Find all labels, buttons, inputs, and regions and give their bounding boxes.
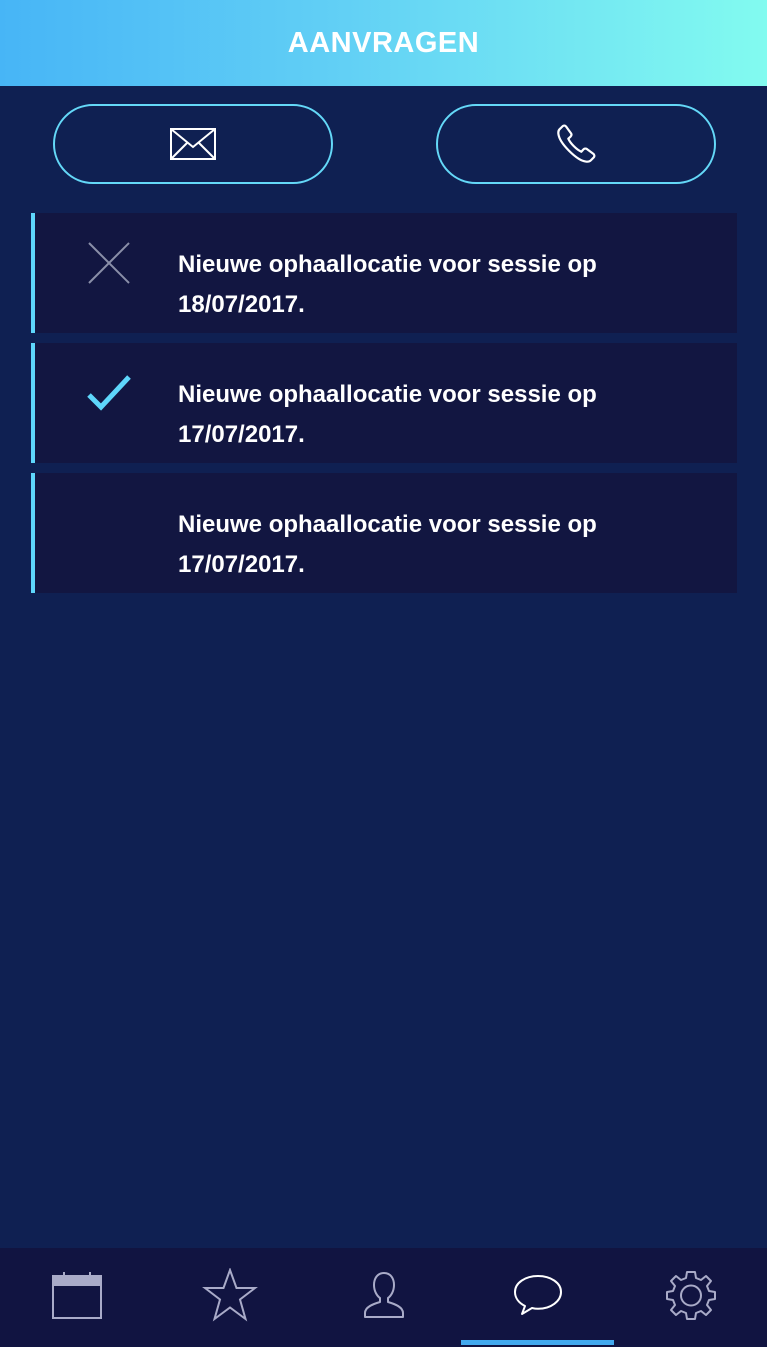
email-button[interactable]: [53, 104, 333, 184]
close-icon: [87, 241, 131, 285]
bottom-tab-bar: [0, 1248, 767, 1347]
star-icon: [201, 1267, 258, 1327]
tab-profile[interactable]: [307, 1248, 460, 1347]
request-item[interactable]: Nieuwe ophaallocatie voor sessie op 17/0…: [31, 473, 737, 593]
tab-favorites[interactable]: [153, 1248, 306, 1347]
tab-messages[interactable]: [461, 1248, 614, 1347]
chat-bubble-icon: [512, 1273, 564, 1322]
request-text: Nieuwe ophaallocatie voor sessie op 17/0…: [178, 511, 597, 578]
request-item[interactable]: Nieuwe ophaallocatie voor sessie op 18/0…: [31, 213, 737, 333]
app-header: AANVRAGEN: [0, 0, 767, 86]
profile-icon: [362, 1271, 406, 1324]
request-list: Nieuwe ophaallocatie voor sessie op 18/0…: [31, 213, 737, 603]
check-icon: [87, 371, 131, 415]
tab-settings[interactable]: [614, 1248, 767, 1347]
gear-icon: [665, 1269, 717, 1326]
request-text: Nieuwe ophaallocatie voor sessie op 18/0…: [178, 251, 597, 318]
phone-icon: [554, 122, 598, 166]
tab-calendar[interactable]: [0, 1248, 153, 1347]
call-button[interactable]: [436, 104, 716, 184]
request-item[interactable]: Nieuwe ophaallocatie voor sessie op 17/0…: [31, 343, 737, 463]
envelope-icon: [169, 127, 217, 161]
page-title: AANVRAGEN: [287, 26, 480, 59]
calendar-icon: [51, 1270, 103, 1325]
request-text: Nieuwe ophaallocatie voor sessie op 17/0…: [178, 381, 597, 448]
active-tab-indicator: [461, 1340, 614, 1345]
